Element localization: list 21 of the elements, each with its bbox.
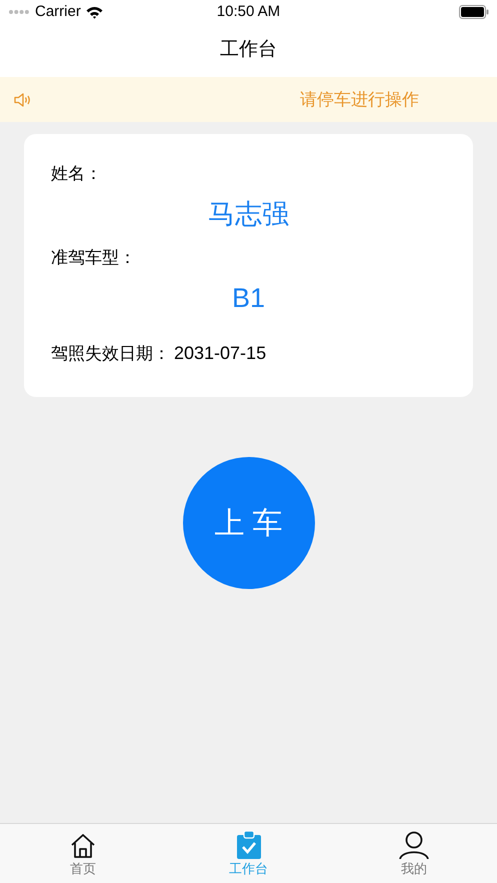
person-icon — [399, 831, 430, 859]
speaker-icon — [14, 92, 32, 106]
board-button[interactable]: 上 车 — [182, 457, 314, 589]
page-title: 工作台 — [220, 38, 277, 62]
home-icon — [70, 833, 96, 859]
notice-text: 请停车进行操作 — [300, 88, 419, 111]
tab-item[interactable]: 首页 — [0, 824, 166, 883]
signal-icon — [8, 9, 30, 15]
status-time: 10:50 AM — [216, 2, 280, 22]
tab-item[interactable]: 我的 — [331, 824, 497, 883]
field-value: 2031-07-15 — [174, 342, 266, 365]
field-value: B1 — [230, 282, 266, 315]
battery-icon — [459, 5, 489, 19]
field-label: 准驾车型： — [51, 247, 137, 269]
carrier-label: Carrier — [35, 2, 81, 22]
wifi-icon — [86, 6, 103, 18]
field-value: 马志强 — [207, 198, 290, 231]
field-label: 姓名： — [51, 163, 103, 185]
clipboard-check-icon — [236, 831, 260, 859]
tab-item[interactable]: 工作台 — [166, 824, 332, 883]
field-label: 驾照失效日期： — [51, 342, 170, 365]
